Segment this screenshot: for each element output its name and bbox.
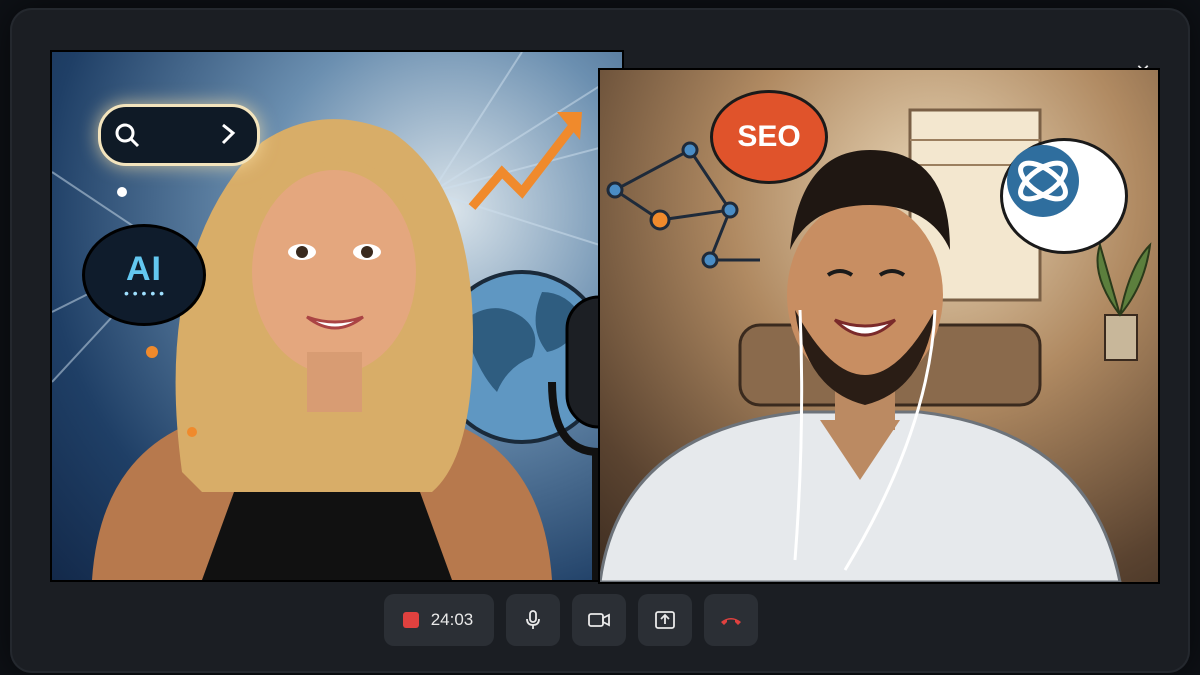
recording-timer[interactable]: 24:03 bbox=[384, 594, 494, 646]
trend-arrow-icon bbox=[468, 124, 576, 210]
end-call-icon bbox=[721, 618, 741, 625]
end-call-button[interactable] bbox=[704, 594, 758, 646]
share-screen-button[interactable] bbox=[638, 594, 692, 646]
ai-bubble-dots: • • • • • bbox=[123, 284, 165, 301]
participant-video-left[interactable]: AI • • • • • bbox=[50, 50, 624, 582]
cursor-icon bbox=[221, 123, 236, 145]
call-duration: 24:03 bbox=[430, 610, 474, 629]
camera-button[interactable] bbox=[572, 594, 626, 646]
plant-icon bbox=[1096, 241, 1152, 317]
ai-bubble-label: AI bbox=[126, 249, 162, 288]
call-controls-bar: 24:03 bbox=[384, 594, 758, 646]
logo-speech-bubble bbox=[1000, 138, 1128, 254]
seo-bubble-label: SEO bbox=[737, 120, 801, 153]
search-bar-graphic bbox=[98, 104, 260, 166]
share-screen-icon bbox=[655, 611, 675, 629]
mute-button[interactable] bbox=[506, 594, 560, 646]
microphone-icon bbox=[526, 610, 540, 629]
ai-speech-bubble: AI • • • • • bbox=[82, 224, 206, 326]
atom-logo-icon bbox=[1007, 145, 1079, 217]
search-icon bbox=[115, 123, 135, 143]
participant-video-right[interactable]: SEO bbox=[598, 68, 1160, 584]
seo-speech-bubble: SEO bbox=[710, 90, 828, 184]
camera-icon bbox=[588, 613, 610, 627]
record-icon bbox=[402, 612, 419, 628]
